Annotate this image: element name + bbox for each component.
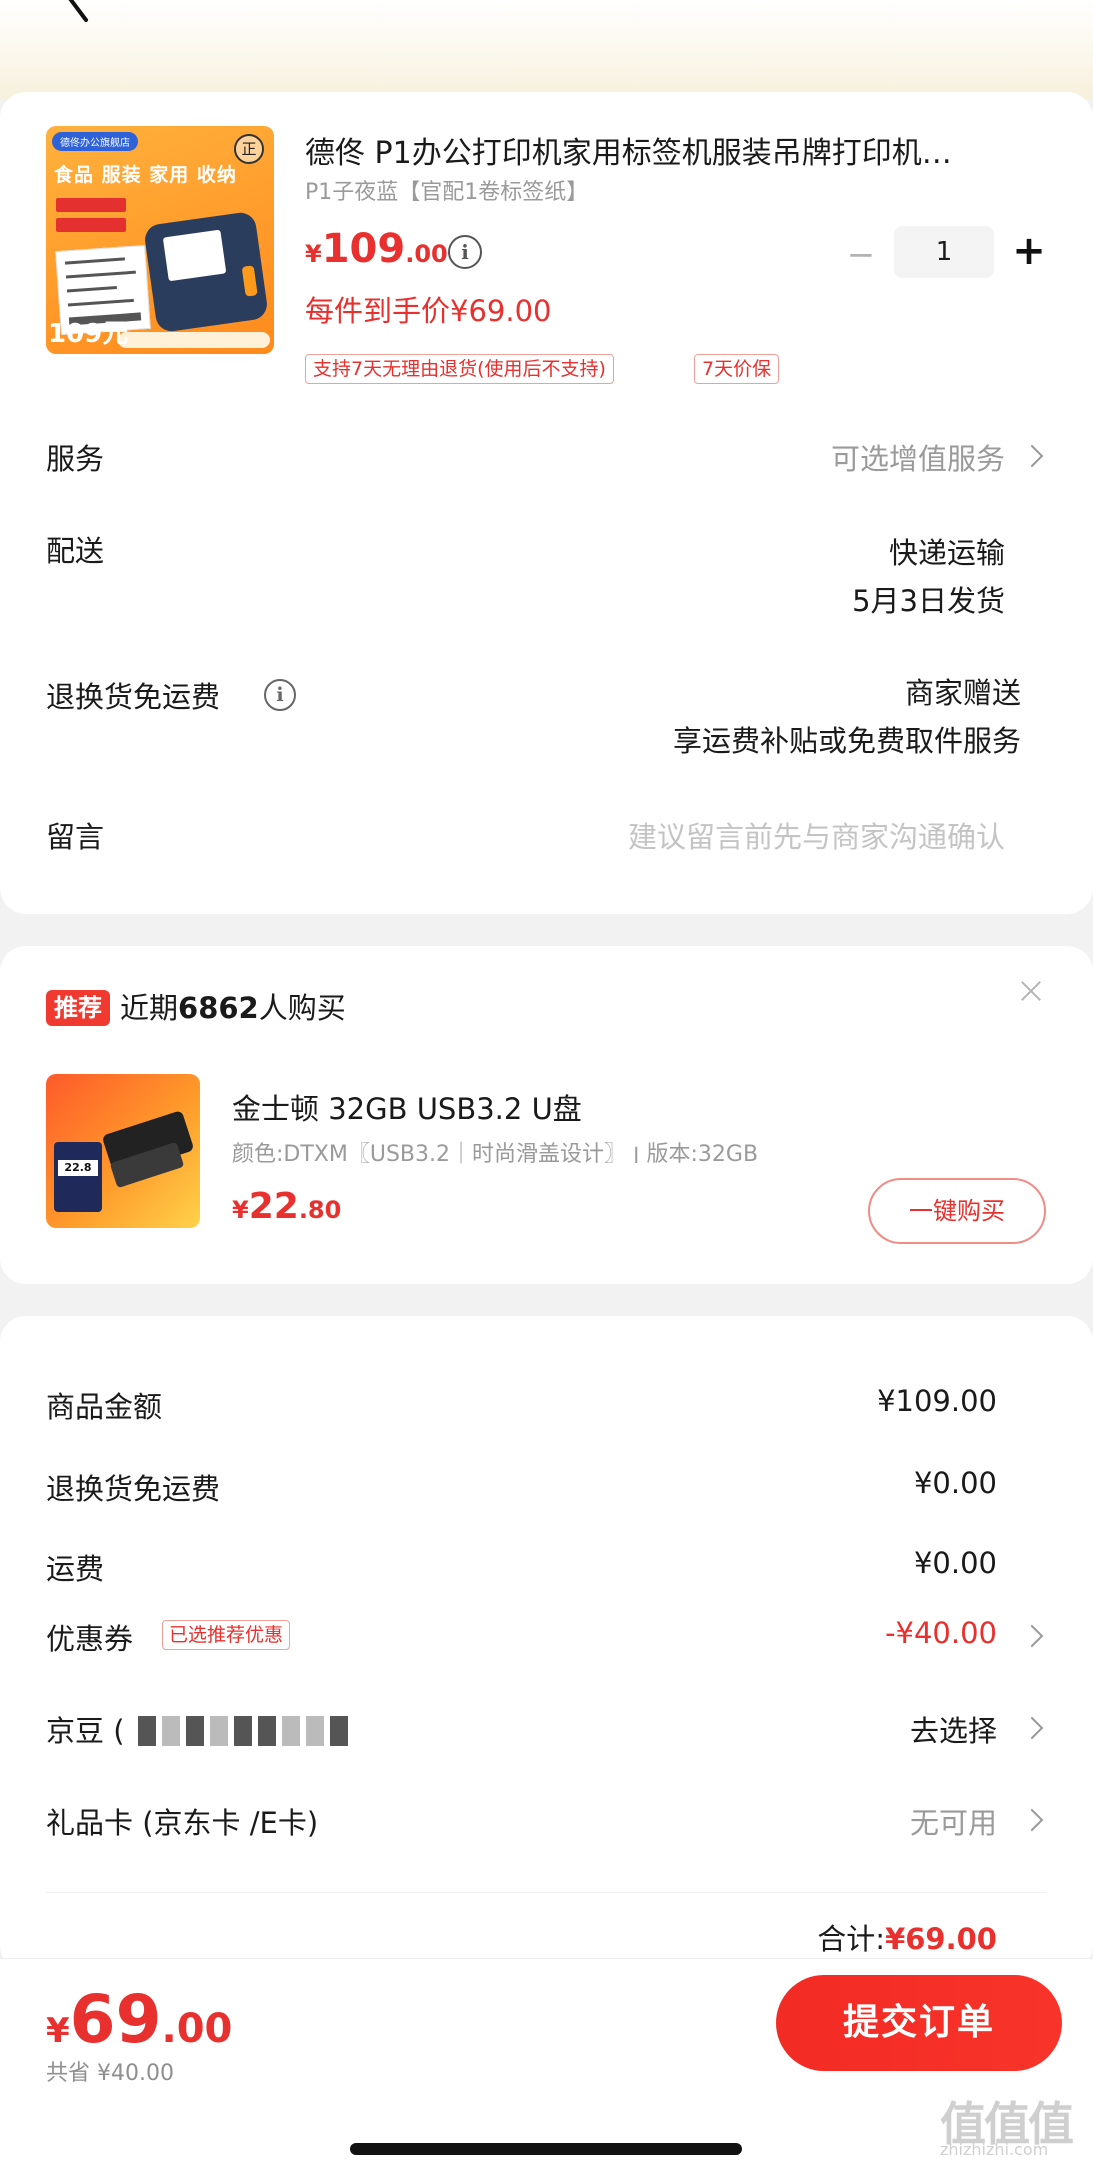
recommend-badge: 推荐: [46, 990, 110, 1026]
shipping-value: ¥0.00: [913, 1546, 997, 1580]
close-icon[interactable]: [1016, 976, 1046, 1006]
quantity-input[interactable]: 1: [894, 226, 994, 278]
chevron-right-icon[interactable]: [1020, 444, 1044, 468]
coupon-recommend-tag: 已选推荐优惠: [162, 1620, 291, 1650]
service-label: 服务: [46, 442, 105, 476]
total-line: 合计:¥69.00: [817, 1922, 997, 1956]
delivery-label: 配送: [46, 534, 105, 568]
divider: [46, 1892, 1047, 1893]
recommend-item-price: ¥22.80: [232, 1186, 342, 1227]
unit-final-price: 每件到手价¥69.00: [305, 294, 552, 328]
header-strip: [0, 0, 1093, 100]
recommend-card: 推荐 近期6862人购买 22.8 金士顿 32GB USB3.2 U盘 颜色:…: [0, 946, 1093, 1284]
giftcard-value[interactable]: 无可用: [910, 1800, 997, 1842]
order-confirm-page: 德佟办公旗舰店 正 食品 服装 家用 收纳 109元 德佟 P1办公打印机家用标…: [0, 0, 1093, 2171]
product-price: ¥109.00: [305, 226, 448, 272]
recommend-title: 近期6862人购买: [120, 991, 346, 1025]
quantity-minus-button[interactable]: −: [846, 238, 876, 272]
back-arrow-icon[interactable]: [58, 0, 98, 26]
printer-illustration: [143, 210, 269, 334]
product-spec[interactable]: P1子夜蓝【官配1卷标签纸】: [305, 174, 588, 206]
return-info-icon[interactable]: i: [264, 679, 296, 711]
message-label: 留言: [46, 820, 105, 854]
return-shipping-detail: 享运费补贴或免费取件服务: [672, 724, 1021, 758]
order-summary-card: 商品金额 ¥109.00 退换货免运费 ¥0.00 运费 ¥0.00 优惠券 已…: [0, 1316, 1093, 1971]
jingdou-label: 京豆 (: [46, 1714, 125, 1748]
usb-box-illustration: [54, 1142, 102, 1212]
checkout-bar: ¥69.00 共省 ¥40.00 提交订单: [0, 1958, 1093, 2171]
one-click-buy-button[interactable]: 一键购买: [868, 1178, 1046, 1244]
price-protect-tag: 7天价保: [694, 354, 780, 384]
thumb-feature-bar: [56, 198, 126, 212]
product-title[interactable]: 德佟 P1办公打印机家用标签机服装吊牌打印机…: [305, 128, 1025, 172]
shipping-label: 运费: [46, 1552, 105, 1586]
return-fee-label: 退换货免运费: [46, 1472, 221, 1506]
recommend-thumbnail[interactable]: 22.8: [46, 1074, 200, 1228]
delivery-date: 5月3日发货: [852, 584, 1005, 618]
return-shipping-label: 退换货免运费: [46, 680, 221, 714]
chevron-right-icon[interactable]: [1020, 1716, 1044, 1740]
thumb-bottom-band: [118, 332, 270, 348]
thumb-price-label: 22.8: [58, 1160, 98, 1176]
chevron-right-icon[interactable]: [1020, 1624, 1044, 1648]
message-input[interactable]: 建议留言前先与商家沟通确认: [628, 814, 1005, 856]
service-value[interactable]: 可选增值服务: [831, 436, 1005, 478]
goods-amount-value: ¥109.00: [877, 1384, 997, 1418]
recommend-item-spec: 颜色:DTXM〖USB3.2｜时尚滑盖设计〗 ׀ 版本:32GB: [232, 1142, 759, 1167]
product-thumbnail[interactable]: 德佟办公旗舰店 正 食品 服装 家用 收纳 109元: [46, 126, 274, 354]
chevron-right-icon[interactable]: [1020, 1808, 1044, 1832]
coupon-label: 优惠券: [46, 1622, 134, 1656]
thumb-price: 109元: [48, 319, 129, 349]
authentic-badge-icon: 正: [234, 134, 264, 164]
giftcard-label: 礼品卡 (京东卡 /E卡): [46, 1806, 319, 1840]
quantity-plus-button[interactable]: +: [1012, 231, 1046, 271]
delivery-method[interactable]: 快递运输: [889, 530, 1005, 572]
thumb-shop-tag: 德佟办公旗舰店: [52, 132, 138, 151]
goods-amount-label: 商品金额: [46, 1390, 163, 1424]
thumb-feature-bar: [56, 218, 126, 232]
watermark-url: zhizhizhi.com: [940, 2140, 1049, 2159]
redacted-mosaic: [138, 1716, 348, 1746]
saved-amount: 共省 ¥40.00: [46, 2061, 174, 2086]
thumb-headline: 食品 服装 家用 收纳: [54, 164, 237, 186]
recommend-item-name[interactable]: 金士顿 32GB USB3.2 U盘: [232, 1086, 582, 1128]
return-fee-value: ¥0.00: [913, 1466, 997, 1500]
return-shipping-value: 商家赠送: [904, 676, 1021, 710]
final-price: ¥69.00: [46, 1981, 233, 2058]
jingdou-select[interactable]: 去选择: [910, 1708, 997, 1750]
home-indicator[interactable]: [350, 2143, 742, 2155]
price-info-icon[interactable]: i: [448, 235, 482, 269]
product-card: 德佟办公旗舰店 正 食品 服装 家用 收纳 109元 德佟 P1办公打印机家用标…: [0, 92, 1093, 914]
coupon-value[interactable]: -¥40.00: [885, 1616, 997, 1650]
submit-order-button[interactable]: 提交订单: [776, 1975, 1062, 2071]
return-policy-tag: 支持7天无理由退货(使用后不支持): [305, 354, 614, 384]
